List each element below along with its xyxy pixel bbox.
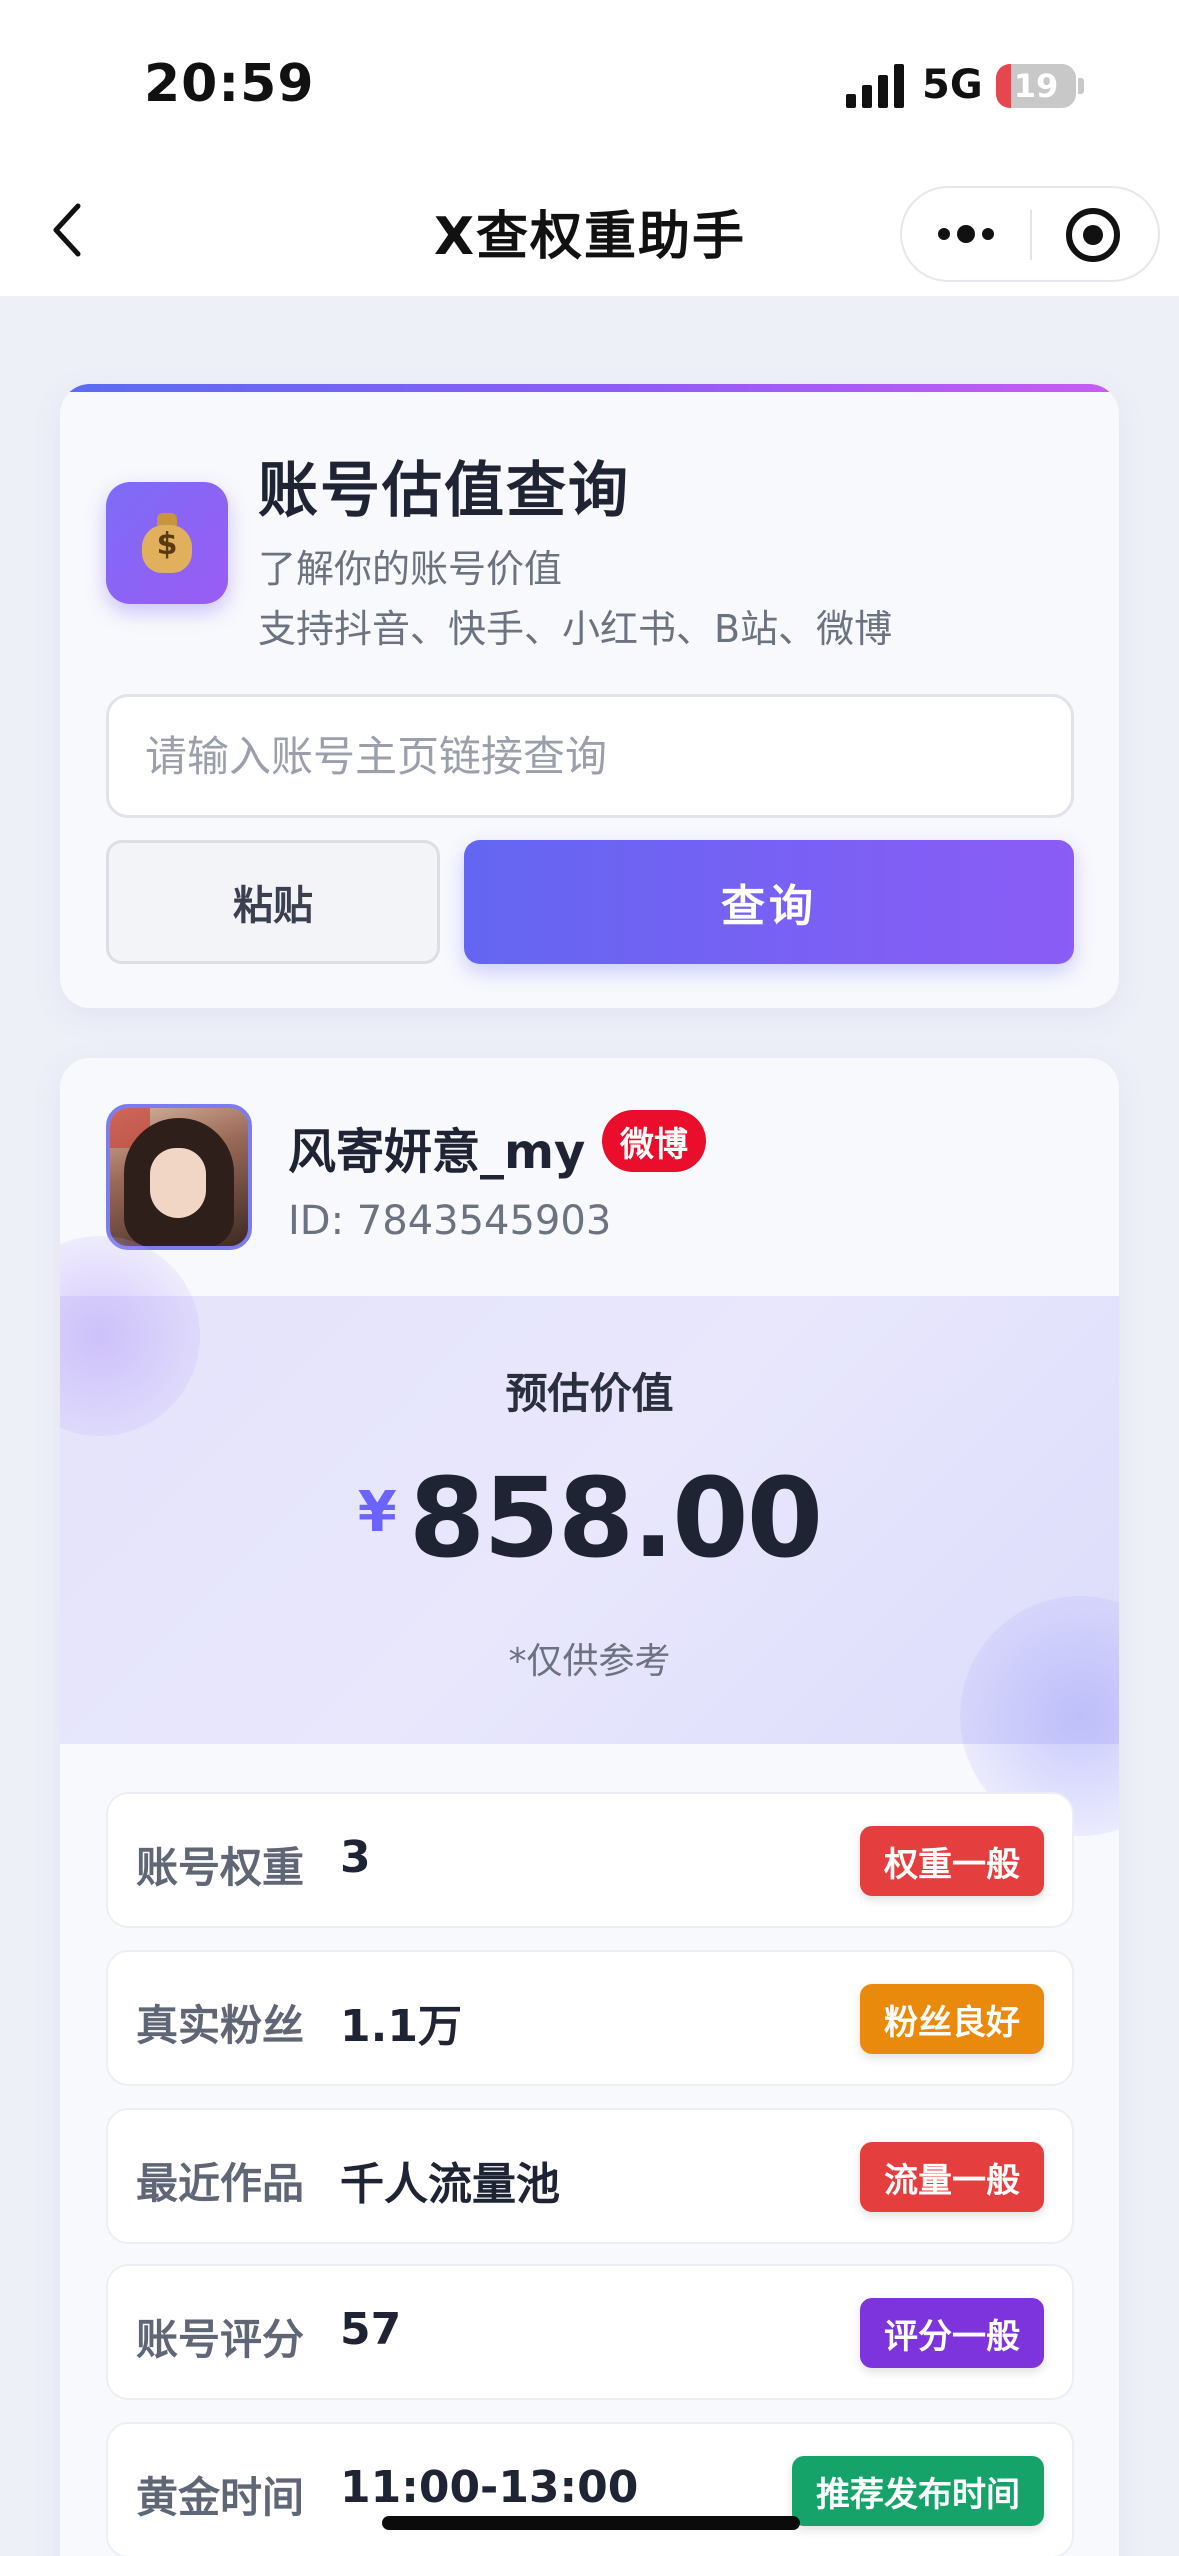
stat-value: 千人流量池: [340, 2159, 560, 2210]
query-card-title: 账号估值查询: [258, 456, 630, 526]
stat-value: 57: [340, 2304, 402, 2355]
stat-tag: 评分一般: [860, 2298, 1044, 2368]
stat-label: 黄金时间: [136, 2473, 305, 2522]
status-bar: 20:59 5G 19: [0, 0, 1179, 160]
money-bag-icon: $: [106, 482, 228, 604]
battery-cap: [1078, 78, 1084, 94]
stat-row-recent-works: 最近作品 千人流量池 流量一般: [106, 2108, 1074, 2244]
more-dots-icon[interactable]: [902, 188, 1030, 280]
miniapp-close-icon[interactable]: [1066, 208, 1120, 262]
supported-platforms-text: 支持抖音、快手、小红书、B站、微博: [258, 607, 893, 651]
stat-tag: 权重一般: [860, 1826, 1044, 1896]
query-card-subtitle: 了解你的账号价值: [258, 547, 563, 591]
stat-label: 账号评分: [136, 2315, 305, 2364]
currency-symbol: ¥: [357, 1480, 397, 1545]
stat-label: 最近作品: [136, 2159, 305, 2208]
result-card: 风寄妍意_my 微博 ID: 7843545903 预估价值 ¥858.00 *…: [60, 1058, 1119, 2556]
screen: 20:59 5G 19 X查权重助手 $ 账号估值查询 了解你的账号价值 支持抖…: [0, 0, 1179, 2556]
paste-button[interactable]: 粘贴: [106, 840, 440, 964]
miniapp-capsule: [900, 186, 1160, 282]
stat-value: 3: [340, 1832, 371, 1883]
card-accent-bar: [60, 384, 1119, 392]
stat-row-score: 账号评分 57 评分一般: [106, 2264, 1074, 2400]
stat-row-fans: 真实粉丝 1.1万 粉丝良好: [106, 1950, 1074, 2086]
stat-label: 账号权重: [136, 1843, 305, 1892]
stat-tag: 流量一般: [860, 2142, 1044, 2212]
chevron-left-icon[interactable]: [42, 192, 102, 268]
nav-bar: X查权重助手: [0, 160, 1179, 296]
stat-tag: 粉丝良好: [860, 1984, 1044, 2054]
network-type: 5G: [922, 62, 983, 108]
account-url-input[interactable]: [106, 694, 1074, 818]
stat-value: 1.1万: [340, 2001, 462, 2052]
account-name: 风寄妍意_my: [288, 1124, 586, 1180]
stat-value: 11:00-13:00: [340, 2462, 639, 2513]
query-button[interactable]: 查询: [464, 840, 1074, 964]
avatar[interactable]: [106, 1104, 252, 1250]
stat-row-weight: 账号权重 3 权重一般: [106, 1792, 1074, 1928]
account-id: ID: 7843545903: [288, 1198, 612, 1244]
capsule-divider: [1030, 210, 1032, 260]
valuation-value: 858.00: [408, 1454, 823, 1582]
valuation-label: 预估价值: [505, 1369, 674, 1418]
platform-badge: 微博: [602, 1110, 706, 1172]
valuation-amount: ¥858.00: [60, 1454, 1119, 1582]
signal-icon: [846, 64, 904, 108]
battery-icon: 19: [996, 64, 1076, 108]
query-card: $ 账号估值查询 了解你的账号价值 支持抖音、快手、小红书、B站、微博 粘贴 查…: [60, 384, 1119, 1008]
home-indicator: [382, 2516, 800, 2530]
stat-label: 真实粉丝: [136, 2001, 305, 2050]
valuation-panel: 预估价值 ¥858.00 *仅供参考: [60, 1236, 1119, 1836]
page-title: X查权重助手: [433, 207, 747, 267]
battery-level: 19: [1013, 67, 1059, 105]
stat-tag: 推荐发布时间: [792, 2456, 1044, 2526]
stat-row-golden-time: 黄金时间 11:00-13:00 推荐发布时间: [106, 2422, 1074, 2556]
valuation-note: *仅供参考: [508, 1641, 671, 1682]
status-time: 20:59: [144, 54, 315, 114]
